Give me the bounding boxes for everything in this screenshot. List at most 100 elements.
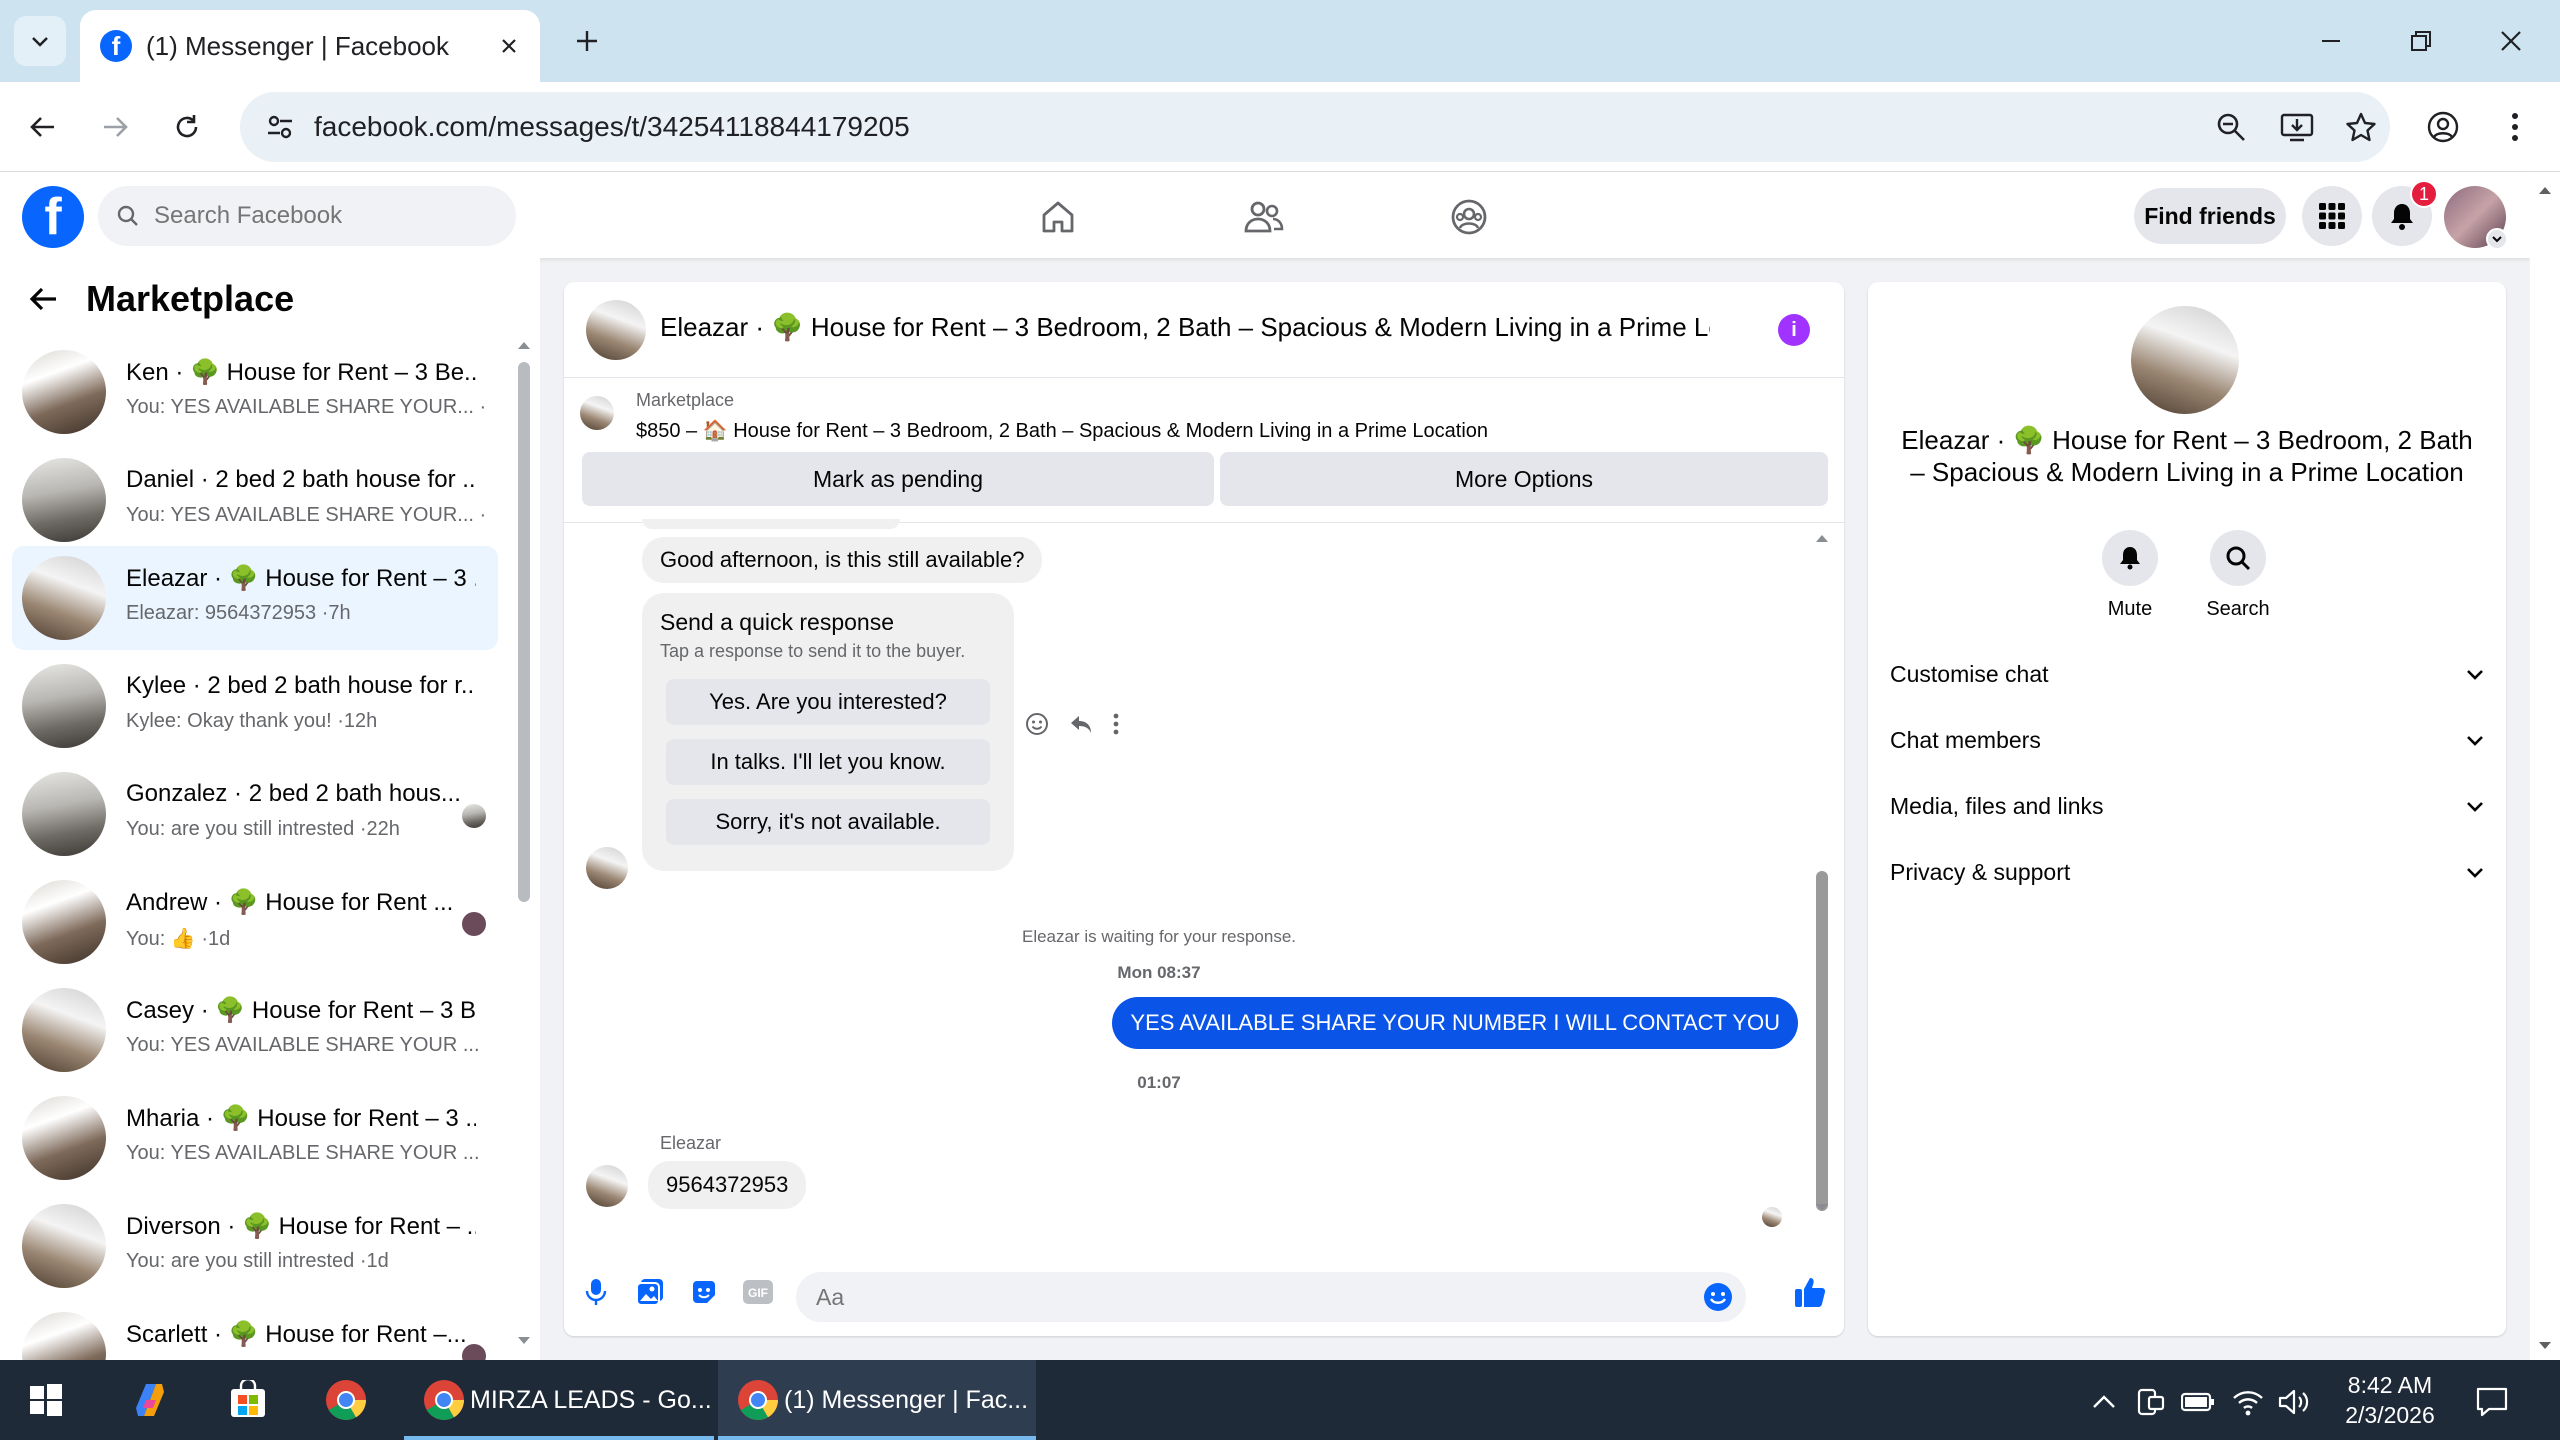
seen-avatar (462, 1344, 486, 1360)
taskbar-clock[interactable]: 8:42 AM 2/3/2026 (2330, 1370, 2450, 1430)
zoom-button[interactable] (2210, 106, 2252, 148)
quick-response-option[interactable]: Yes. Are you interested? (666, 679, 990, 725)
voice-clip-button[interactable] (576, 1272, 616, 1312)
running-indicator (404, 1436, 714, 1440)
conversation-item[interactable]: Mharia · 🌳 House for Rent – 3 ... You: Y… (12, 1086, 498, 1190)
microsoft-store-button[interactable] (222, 1374, 274, 1426)
facebook-logo-icon[interactable]: f (22, 186, 84, 248)
timestamp: 01:07 (1137, 1073, 1181, 1092)
sender-name: Eleazar (660, 1133, 722, 1153)
back-arrow-icon[interactable] (26, 282, 60, 316)
svg-text:GIF: GIF (748, 1286, 768, 1300)
close-window-button[interactable] (2466, 0, 2556, 82)
scrollbar-thumb[interactable] (518, 362, 530, 902)
conversation-item[interactable]: Scarlett · 🌳 House for Rent –... (12, 1302, 498, 1360)
chrome-button[interactable] (320, 1374, 372, 1426)
close-icon (2501, 31, 2521, 51)
section-chat-members[interactable]: Chat members (1890, 712, 2486, 768)
taskbar-app-messenger[interactable]: (1) Messenger | Fac... (718, 1360, 1036, 1440)
quick-response-option[interactable]: Sorry, it's not available. (666, 799, 990, 845)
more-options-button[interactable]: More Options (1220, 452, 1828, 506)
chat-info-avatar[interactable] (2131, 306, 2239, 414)
conversation-item[interactable]: Gonzalez · 2 bed 2 bath hous... You: are… (12, 762, 498, 866)
emoji-icon[interactable] (1702, 1281, 1734, 1313)
show-hidden-icons-button[interactable] (2086, 1384, 2122, 1420)
conversation-item[interactable]: Diverson · 🌳 House for Rent – ... You: a… (12, 1194, 498, 1298)
quick-response-card: Send a quick response Tap a response to … (642, 593, 1014, 871)
battery-icon[interactable] (2180, 1384, 2216, 1420)
scroll-down-icon (1816, 1204, 1828, 1211)
conversation-list-scrollbar[interactable] (514, 338, 534, 1348)
listing-title[interactable]: $850 – 🏠 House for Rent – 3 Bedroom, 2 B… (636, 418, 1488, 443)
mute-action[interactable]: Mute (2080, 530, 2180, 621)
chat-title[interactable]: Eleazar · 🌳 House for Rent – 3 Bedroom, … (660, 312, 1710, 343)
conversation-item[interactable]: Daniel · 2 bed 2 bath house for ... You:… (12, 448, 498, 552)
conversation-item[interactable]: Kylee · 2 bed 2 bath house for r... Kyle… (12, 654, 498, 758)
sticker-button[interactable] (684, 1272, 724, 1312)
message-input[interactable] (816, 1283, 1676, 1311)
conversation-item[interactable]: Andrew · 🌳 House for Rent ... You: 👍 ·1d (12, 870, 498, 974)
browser-menu-button[interactable] (2492, 104, 2538, 150)
more-vertical-icon[interactable] (1112, 712, 1120, 736)
nav-groups[interactable] (1444, 192, 1494, 242)
info-icon[interactable]: i (1778, 314, 1810, 346)
install-app-button[interactable] (2276, 106, 2318, 148)
conversation-name: Mharia · 🌳 House for Rent – 3 ... (126, 1105, 476, 1132)
notification-center-button[interactable] (2474, 1384, 2510, 1420)
facebook-search[interactable] (98, 186, 516, 246)
browser-tab-active[interactable]: f (1) Messenger | Facebook (80, 10, 540, 82)
reload-button[interactable] (164, 104, 210, 150)
close-tab-icon[interactable] (498, 35, 520, 57)
address-bar[interactable]: facebook.com/messages/t/3425411884417920… (240, 92, 2390, 162)
forward-button[interactable] (92, 104, 138, 150)
conversation-name: Casey · 🌳 House for Rent – 3 B... (126, 997, 476, 1024)
mute-button[interactable] (2102, 530, 2158, 586)
new-tab-button[interactable] (566, 20, 608, 62)
chat-avatar[interactable] (586, 300, 646, 360)
wifi-icon[interactable] (2230, 1384, 2266, 1420)
nav-home[interactable] (1033, 192, 1083, 242)
emoji-react-icon[interactable] (1024, 711, 1050, 737)
site-info-button[interactable] (258, 106, 302, 148)
account-caret[interactable] (2486, 228, 2508, 250)
speaker-icon (2278, 1389, 2309, 1415)
start-button[interactable] (20, 1374, 72, 1426)
conversation-item[interactable]: Ken · 🌳 House for Rent – 3 Be... You: YE… (12, 340, 498, 444)
mark-as-pending-button[interactable]: Mark as pending (582, 452, 1214, 506)
tune-icon (268, 115, 292, 139)
search-action[interactable]: Search (2188, 530, 2288, 621)
message-input-box[interactable] (796, 1272, 1746, 1322)
section-privacy-support[interactable]: Privacy & support (1890, 844, 2486, 900)
conversation-item-active[interactable]: Eleazar · 🌳 House for Rent – 3 ... Eleaz… (12, 546, 498, 650)
find-friends-button[interactable]: Find friends (2134, 188, 2286, 244)
section-media-files-links[interactable]: Media, files and links (1890, 778, 2486, 834)
search-in-chat-button[interactable] (2210, 530, 2266, 586)
scrollbar-thumb[interactable] (1816, 871, 1828, 1211)
message-bubble-incoming: Good afternoon, is this still available? (642, 537, 1043, 583)
menu-button[interactable] (2302, 186, 2362, 246)
attach-media-button[interactable] (630, 1272, 670, 1312)
copilot-button[interactable] (124, 1374, 176, 1426)
tab-search-dropdown[interactable] (14, 16, 66, 66)
plus-icon (577, 31, 597, 51)
profile-button[interactable] (2420, 104, 2466, 150)
volume-icon[interactable] (2276, 1384, 2312, 1420)
bookmark-button[interactable] (2340, 106, 2382, 148)
taskbar-app-mirza-leads[interactable]: MIRZA LEADS - Go... (404, 1360, 714, 1440)
reply-icon[interactable] (1068, 711, 1094, 737)
send-like-button[interactable] (1790, 1272, 1830, 1312)
back-button[interactable] (20, 104, 66, 150)
meet-now-icon[interactable] (2132, 1384, 2168, 1420)
quick-response-option[interactable]: In talks. I'll let you know. (666, 739, 990, 785)
section-customise-chat[interactable]: Customise chat (1890, 646, 2486, 702)
thread-scrollbar[interactable] (1812, 531, 1832, 1211)
facebook-search-input[interactable] (154, 202, 484, 230)
url-text[interactable]: facebook.com/messages/t/3425411884417920… (314, 111, 910, 143)
nav-friends[interactable] (1238, 192, 1288, 242)
page-scrollbar[interactable] (2530, 172, 2560, 1360)
minimize-button[interactable] (2286, 0, 2376, 82)
restore-button[interactable] (2376, 0, 2466, 82)
conversation-avatar (22, 664, 106, 748)
gif-button[interactable]: GIF (738, 1272, 778, 1312)
conversation-item[interactable]: Casey · 🌳 House for Rent – 3 B... You: Y… (12, 978, 498, 1082)
